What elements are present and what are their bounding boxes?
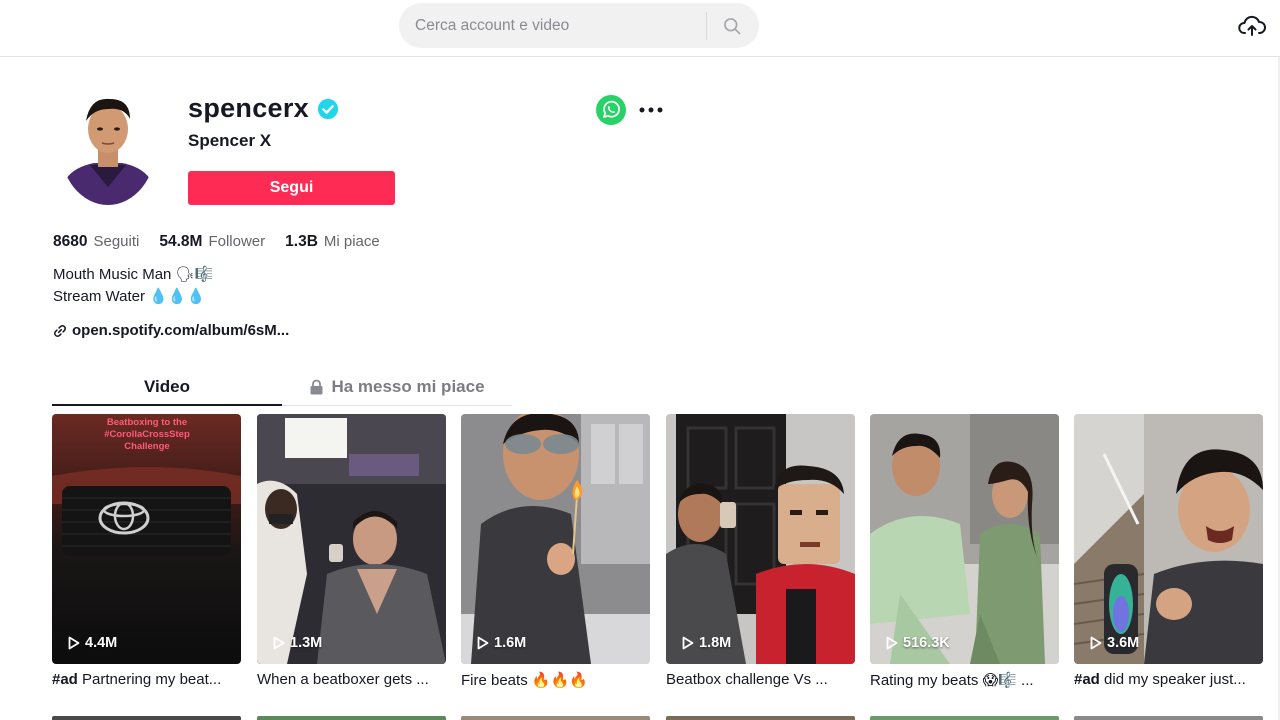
stat-value: 8680 bbox=[53, 233, 88, 250]
video-card-next-row[interactable] bbox=[257, 716, 446, 720]
search-button[interactable] bbox=[715, 12, 749, 40]
share-whatsapp-button[interactable] bbox=[596, 95, 626, 125]
stat-likes: 1.3B Mi piace bbox=[285, 233, 380, 251]
video-card-next-row[interactable] bbox=[666, 716, 855, 720]
caption-text: Rating my beats 😱🎼 ... bbox=[870, 672, 1034, 689]
username-row: spencerx bbox=[188, 93, 339, 124]
video-card[interactable]: Beatboxing to the #CorollaCrossStep Chal… bbox=[52, 414, 241, 688]
video-thumbnail: 3.6M bbox=[1074, 414, 1263, 664]
bio-link-text: open.spotify.com/album/6sM... bbox=[72, 322, 290, 339]
stat-value: 54.8M bbox=[159, 233, 203, 250]
video-caption[interactable]: Fire beats 🔥🔥🔥 bbox=[461, 671, 650, 689]
video-caption[interactable]: Rating my beats 😱🎼 ... bbox=[870, 671, 1059, 689]
stat-label: Seguiti bbox=[93, 233, 140, 250]
tab-liked[interactable]: Ha messo mi piace bbox=[282, 370, 512, 404]
view-count-text: 4.4M bbox=[85, 635, 118, 651]
video-thumbnail: 1.8M bbox=[666, 414, 855, 664]
video-caption[interactable]: #ad did my speaker just... bbox=[1074, 671, 1263, 688]
video-card-next-row[interactable] bbox=[461, 716, 650, 720]
video-grid: Beatboxing to the #CorollaCrossStep Chal… bbox=[52, 414, 1280, 720]
play-icon bbox=[68, 636, 80, 650]
tab-active-indicator bbox=[52, 404, 282, 406]
more-horizontal-icon bbox=[639, 107, 663, 113]
video-card[interactable]: 1.6M Fire beats 🔥🔥🔥 bbox=[461, 414, 650, 689]
view-count: 516.3K bbox=[886, 635, 950, 651]
video-caption[interactable]: When a beatboxer gets ... bbox=[257, 671, 446, 688]
bio-link[interactable]: open.spotify.com/album/6sM... bbox=[53, 322, 289, 339]
hashtag[interactable]: #ad bbox=[52, 671, 78, 688]
play-icon bbox=[682, 636, 694, 650]
cloud-upload-icon bbox=[1238, 15, 1266, 36]
video-card-next-row[interactable] bbox=[52, 716, 241, 720]
play-icon bbox=[1090, 636, 1102, 650]
stat-label: Mi piace bbox=[323, 233, 380, 250]
video-card[interactable]: 3.6M #ad did my speaker just... bbox=[1074, 414, 1263, 688]
hashtag[interactable]: #ad bbox=[1074, 671, 1100, 688]
search-bar bbox=[399, 3, 759, 48]
caption-text: did my speaker just... bbox=[1099, 671, 1246, 688]
video-thumbnail: 516.3K bbox=[870, 414, 1059, 664]
video-caption[interactable]: Beatbox challenge Vs ... bbox=[666, 671, 855, 688]
more-options-button[interactable] bbox=[638, 100, 664, 120]
view-count: 1.6M bbox=[477, 635, 526, 651]
video-card-next-row[interactable] bbox=[870, 716, 1059, 720]
tab-divider bbox=[282, 405, 512, 406]
view-count-text: 3.6M bbox=[1107, 635, 1140, 651]
play-icon bbox=[886, 636, 898, 650]
caption-text: Fire beats 🔥🔥🔥 bbox=[461, 672, 588, 689]
stat-value: 1.3B bbox=[285, 233, 318, 250]
verified-badge-icon bbox=[317, 98, 339, 119]
view-count: 4.4M bbox=[68, 635, 117, 651]
tab-label: Ha messo mi piace bbox=[331, 377, 485, 396]
video-caption[interactable]: #ad Partnering my beat... bbox=[52, 671, 241, 688]
tab-label: Video bbox=[144, 377, 190, 396]
view-count: 3.6M bbox=[1090, 635, 1139, 651]
search-divider bbox=[706, 12, 707, 40]
stat-following[interactable]: 8680 Seguiti bbox=[53, 233, 139, 251]
profile-tabs: Video Ha messo mi piace bbox=[52, 370, 512, 406]
stat-followers[interactable]: 54.8M Follower bbox=[159, 233, 265, 251]
search-icon bbox=[724, 18, 741, 35]
upload-button[interactable] bbox=[1236, 12, 1268, 40]
nickname: Spencer X bbox=[188, 131, 272, 150]
bio-line: Mouth Music Man 🗣🎼 bbox=[53, 266, 214, 283]
tab-video[interactable]: Video bbox=[52, 370, 282, 404]
link-icon bbox=[54, 324, 66, 337]
view-count-text: 1.3M bbox=[290, 635, 323, 651]
video-thumbnail: 1.6M bbox=[461, 414, 650, 664]
video-card[interactable]: 1.3M When a beatboxer gets ... bbox=[257, 414, 446, 688]
play-icon bbox=[273, 636, 285, 650]
username: spencerx bbox=[188, 93, 309, 123]
view-count-text: 516.3K bbox=[903, 635, 950, 651]
caption-text: Beatbox challenge Vs ... bbox=[666, 671, 828, 688]
video-thumbnail: 1.3M bbox=[257, 414, 446, 664]
profile-stats: 8680 Seguiti 54.8M Follower 1.3B Mi piac… bbox=[53, 233, 400, 251]
caption-text: Partnering my beat... bbox=[77, 671, 222, 688]
whatsapp-icon bbox=[596, 95, 626, 125]
bio: Mouth Music Man 🗣🎼 Stream Water 💧💧💧 bbox=[53, 264, 213, 308]
view-count: 1.3M bbox=[273, 635, 322, 651]
bio-line: Stream Water 💧💧💧 bbox=[53, 288, 206, 305]
lock-icon bbox=[310, 379, 323, 395]
avatar bbox=[60, 87, 156, 205]
video-card[interactable]: 1.8M Beatbox challenge Vs ... bbox=[666, 414, 855, 688]
video-card-next-row[interactable] bbox=[1074, 716, 1263, 720]
stat-label: Follower bbox=[208, 233, 266, 250]
view-count-text: 1.6M bbox=[494, 635, 527, 651]
search-input[interactable] bbox=[399, 3, 699, 48]
view-count: 1.8M bbox=[682, 635, 731, 651]
top-bar bbox=[0, 0, 1280, 57]
video-card[interactable]: 516.3K Rating my beats 😱🎼 ... bbox=[870, 414, 1059, 689]
caption-text: When a beatboxer gets ... bbox=[257, 671, 429, 688]
follow-button[interactable]: Segui bbox=[188, 171, 395, 205]
view-count-text: 1.8M bbox=[699, 635, 732, 651]
video-thumbnail: Beatboxing to the #CorollaCrossStep Chal… bbox=[52, 414, 241, 664]
play-icon bbox=[477, 636, 489, 650]
video-overlay-text: Beatboxing to the #CorollaCrossStep Chal… bbox=[104, 417, 190, 452]
